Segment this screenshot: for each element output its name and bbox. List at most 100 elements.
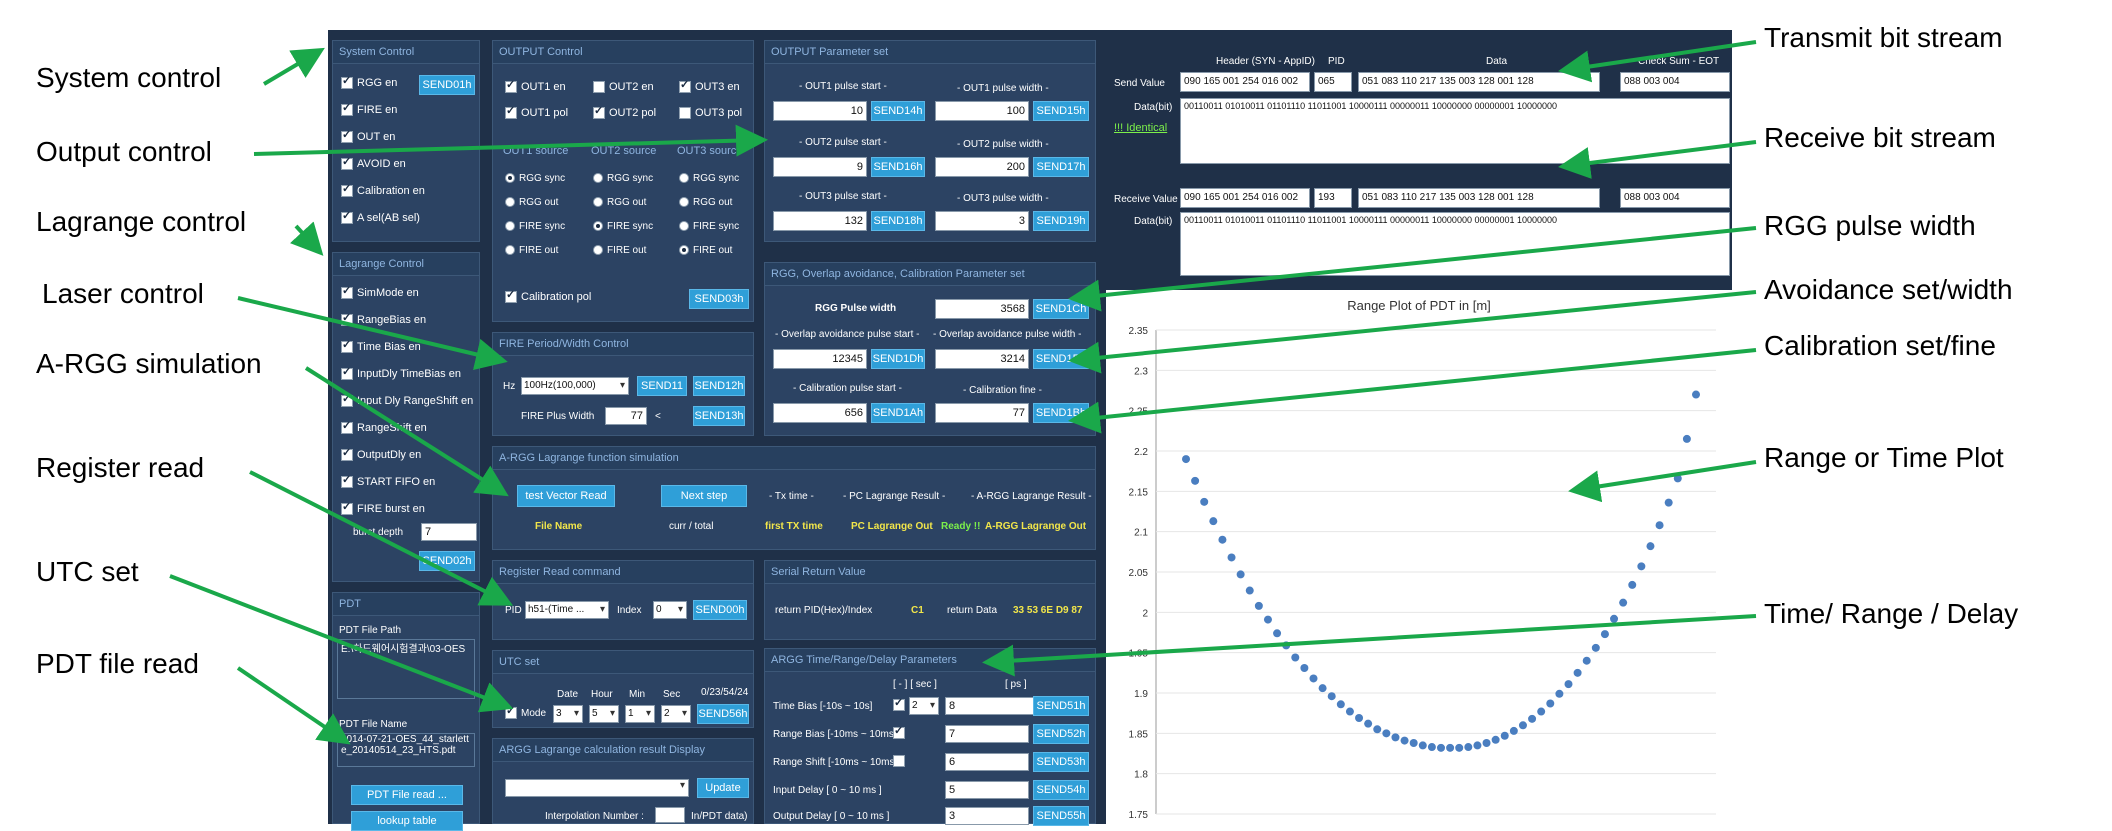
fire-period-select[interactable]: 100Hz(100,000): [521, 377, 629, 395]
send12h-button[interactable]: SEND12h: [693, 376, 745, 396]
checkbox-utc-mode[interactable]: Mode: [505, 704, 546, 720]
checkbox-inputdly-rangeshift-en[interactable]: Input Dly RangeShift en: [341, 392, 473, 408]
send13h-button[interactable]: SEND13h: [693, 406, 745, 426]
lookup-table-button[interactable]: lookup table: [351, 811, 463, 831]
input-delay-input[interactable]: 5: [945, 781, 1029, 799]
send11-button[interactable]: SEND11: [637, 376, 687, 396]
send02h-button[interactable]: SEND02h: [419, 551, 475, 571]
utc-hour-select[interactable]: 5: [589, 705, 619, 723]
checkbox-calibration-en[interactable]: Calibration en: [341, 182, 425, 198]
checkbox-inputdly-timebias-en[interactable]: InputDly TimeBias en: [341, 365, 461, 381]
send18h-button[interactable]: SEND18h: [871, 211, 925, 231]
send54h-button[interactable]: SEND54h: [1033, 780, 1089, 800]
calibration-start-input[interactable]: 656: [773, 403, 867, 423]
checkbox-range-shift[interactable]: [893, 755, 909, 768]
argg-result-select[interactable]: [505, 779, 689, 797]
out2-pulse-start-input[interactable]: 9: [773, 157, 867, 177]
checkbox-outputdly-en[interactable]: OutputDly en: [341, 446, 421, 462]
send1ah-button[interactable]: SEND1Ah: [871, 403, 925, 423]
checkbox-out1-en[interactable]: OUT1 en: [505, 78, 566, 94]
send56h-button[interactable]: SEND56h: [697, 704, 749, 724]
send-checksum-field[interactable]: 088 003 004: [1620, 72, 1730, 92]
send00h-button[interactable]: SEND00h: [693, 600, 747, 620]
radio-out1-fire-sync[interactable]: FIRE sync: [505, 221, 565, 232]
radio-out1-rgg-out[interactable]: RGG out: [505, 197, 558, 208]
send19h-button[interactable]: SEND19h: [1033, 211, 1089, 231]
send17h-button[interactable]: SEND17h: [1033, 157, 1089, 177]
radio-out2-fire-sync[interactable]: FIRE sync: [593, 221, 653, 232]
overlap-width-input[interactable]: 3214: [935, 349, 1029, 369]
send52h-button[interactable]: SEND52h: [1033, 724, 1089, 744]
send01h-button[interactable]: SEND01h: [419, 75, 475, 95]
burst-depth-stepper[interactable]: 7: [421, 523, 477, 541]
send-bit-stream-field[interactable]: 00110011 01010011 01101110 11011001 1000…: [1180, 98, 1730, 164]
utc-sec-select[interactable]: 2: [661, 705, 691, 723]
checkbox-avoid-en[interactable]: AVOID en: [341, 155, 406, 171]
out2-pulse-width-input[interactable]: 200: [935, 157, 1029, 177]
checkbox-out2-pol[interactable]: OUT2 pol: [593, 104, 656, 120]
checkbox-rgg-en[interactable]: RGG en: [341, 74, 397, 90]
rgg-pulse-width-input[interactable]: 3568: [935, 299, 1029, 319]
utc-min-select[interactable]: 1: [625, 705, 655, 723]
checkbox-out1-pol[interactable]: OUT1 pol: [505, 104, 568, 120]
out1-pulse-start-input[interactable]: 10: [773, 101, 867, 121]
test-vector-read-button[interactable]: test Vector Read: [517, 485, 615, 507]
range-shift-input[interactable]: 6: [945, 753, 1029, 771]
radio-out2-fire-out[interactable]: FIRE out: [593, 245, 646, 256]
send1eh-button[interactable]: SEND1Eh: [1033, 349, 1089, 369]
send1dh-button[interactable]: SEND1Dh: [871, 349, 925, 369]
checkbox-rangebias-en[interactable]: RangeBias en: [341, 311, 426, 327]
out3-pulse-start-input[interactable]: 132: [773, 211, 867, 231]
interpolation-number-input[interactable]: [655, 807, 685, 823]
next-step-button[interactable]: Next step: [661, 485, 747, 507]
calibration-fine-input[interactable]: 77: [935, 403, 1029, 423]
checkbox-start-fifo-en[interactable]: START FIFO en: [341, 473, 435, 489]
pid-select[interactable]: h51-(Time ...: [525, 601, 609, 619]
radio-out3-fire-sync[interactable]: FIRE sync: [679, 221, 739, 232]
checkbox-a-sel[interactable]: A sel(AB sel): [341, 209, 420, 225]
checkbox-out3-pol[interactable]: OUT3 pol: [679, 107, 742, 120]
checkbox-rangeshift-en[interactable]: RangeShift en: [341, 419, 427, 435]
radio-out2-rgg-sync[interactable]: RGG sync: [593, 173, 653, 184]
send1ch-button[interactable]: SEND1Ch: [1033, 299, 1089, 319]
send-header-field[interactable]: 090 165 001 254 016 002: [1180, 72, 1310, 92]
checkbox-fire-en[interactable]: FIRE en: [341, 101, 397, 117]
output-delay-input[interactable]: 3: [945, 807, 1029, 825]
checkbox-timebias-en[interactable]: Time Bias en: [341, 338, 421, 354]
checkbox-time-bias[interactable]: [893, 696, 909, 712]
checkbox-out3-en[interactable]: OUT3 en: [679, 78, 740, 94]
send16h-button[interactable]: SEND16h: [871, 157, 925, 177]
index-select[interactable]: 0: [653, 601, 687, 619]
receive-pid-field[interactable]: 193: [1314, 188, 1352, 208]
out3-pulse-width-input[interactable]: 3: [935, 211, 1029, 231]
receive-header-field[interactable]: 090 165 001 254 016 002: [1180, 188, 1310, 208]
overlap-start-input[interactable]: 12345: [773, 349, 867, 369]
send15h-button[interactable]: SEND15h: [1033, 101, 1089, 121]
pdt-file-name-field[interactable]: 2014-07-21-OES_44_starlette_20140514_23_…: [337, 733, 475, 767]
update-button[interactable]: Update: [697, 778, 749, 798]
send55h-button[interactable]: SEND55h: [1033, 806, 1089, 826]
fire-plus-width-input[interactable]: 77: [605, 407, 647, 425]
radio-out1-fire-out[interactable]: FIRE out: [505, 245, 558, 256]
radio-out3-rgg-out[interactable]: RGG out: [679, 197, 732, 208]
radio-out2-rgg-out[interactable]: RGG out: [593, 197, 646, 208]
pdt-file-read-button[interactable]: PDT File read ...: [351, 785, 463, 805]
send1bh-button[interactable]: SEND1Bh: [1033, 403, 1089, 423]
radio-out3-rgg-sync[interactable]: RGG sync: [679, 173, 739, 184]
checkbox-fire-burst-en[interactable]: FIRE burst en: [341, 500, 425, 516]
checkbox-calibration-pol[interactable]: Calibration pol: [505, 288, 591, 304]
send51h-button[interactable]: SEND51h: [1033, 696, 1089, 716]
checkbox-out-en[interactable]: OUT en: [341, 128, 395, 144]
pdt-file-path-field[interactable]: E:\하드웨어시험결과\03-OES: [337, 639, 475, 699]
send14h-button[interactable]: SEND14h: [871, 101, 925, 121]
receive-data-field[interactable]: 051 083 110 217 135 003 128 001 128: [1358, 188, 1600, 208]
time-bias-input[interactable]: 8: [945, 697, 1039, 715]
send-pid-field[interactable]: 065: [1314, 72, 1352, 92]
checkbox-simmode-en[interactable]: SimMode en: [341, 284, 419, 300]
radio-out3-fire-out[interactable]: FIRE out: [679, 245, 732, 256]
checkbox-range-bias[interactable]: [893, 724, 909, 740]
receive-checksum-field[interactable]: 088 003 004: [1620, 188, 1730, 208]
utc-date-select[interactable]: 3: [553, 705, 583, 723]
send53h-button[interactable]: SEND53h: [1033, 752, 1089, 772]
send03h-button[interactable]: SEND03h: [689, 289, 749, 309]
